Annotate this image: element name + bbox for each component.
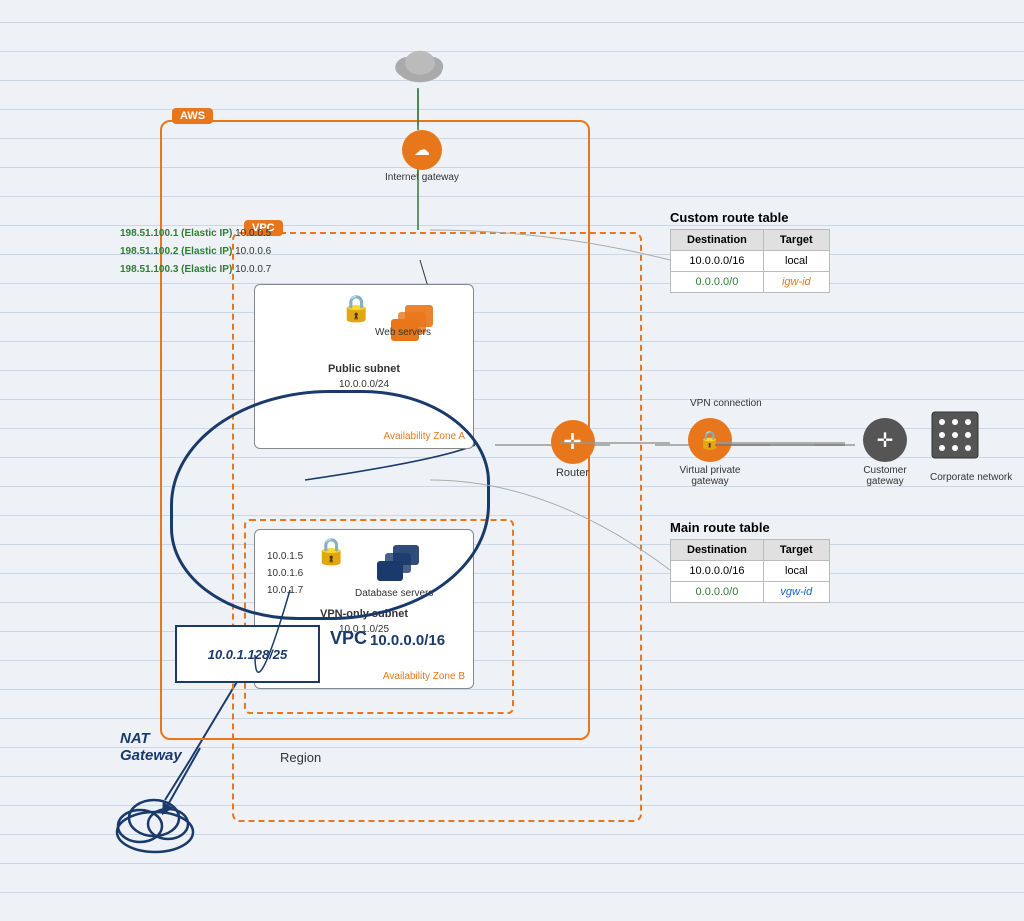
custom-route-col-target: Target — [763, 230, 829, 251]
internet-cloud — [380, 45, 460, 90]
corporate-device: Corporate network — [930, 410, 1012, 483]
blue-cloud-icon — [110, 790, 200, 855]
table-row: 10.0.0.0/16 local — [671, 561, 830, 582]
custom-route-row2-target: igw-id — [763, 272, 829, 293]
vpc-annotation-box: 10.0.1.128/25 — [175, 625, 320, 683]
router-icon-area: ✛ Router — [540, 420, 605, 479]
nat-line2: Gateway — [120, 747, 182, 764]
elastic-ip-1: 198.51.100.1 (Elastic IP) 10.0.0.5 — [120, 225, 271, 243]
customer-gateway-icon: ✛ — [863, 418, 907, 462]
vpc-big-label: VPC — [330, 628, 367, 649]
vpc-box: VPC 🔒 Web servers Public subnet 10.0.0.0… — [232, 232, 642, 822]
router-label: Router — [540, 467, 605, 479]
router-icon: ✛ — [551, 420, 595, 464]
db-ips: 10.0.1.5 10.0.1.6 10.0.1.7 — [267, 548, 303, 599]
corporate-network-label: Corporate network — [930, 472, 1012, 483]
custom-route-col-dest: Destination — [671, 230, 764, 251]
db-ip-2: 10.0.1.6 — [267, 565, 303, 582]
vpn-subnet-title: VPN-only subnet — [255, 608, 473, 620]
elastic-ip-3: 198.51.100.3 (Elastic IP) 10.0.0.7 — [120, 261, 271, 279]
main-route-col-dest: Destination — [671, 540, 764, 561]
db-servers-label: Database servers — [355, 588, 433, 599]
custom-route-row1-dest: 10.0.0.0/16 — [671, 251, 764, 272]
diagram-container: ☁ Internet gateway AWS VPC 🔒 Web ser — [100, 30, 1000, 900]
public-subnet-lock-icon: 🔒 — [340, 293, 372, 324]
public-subnet-title: Public subnet — [255, 363, 473, 375]
customer-gateway-label: Customer gateway — [845, 465, 925, 487]
main-route-table: Destination Target 10.0.0.0/16 local 0.0… — [670, 539, 830, 603]
table-row: 0.0.0.0/0 vgw-id — [671, 582, 830, 603]
vpc-cidr-big: 10.0.0.0/16 — [370, 632, 445, 649]
vpg-icon: 🔒 — [688, 418, 732, 462]
public-subnet-box: 🔒 Web servers Public subnet 10.0.0.0/24 … — [254, 284, 474, 449]
web-servers-label: Web servers — [375, 327, 431, 338]
blue-cloud-sketch — [110, 790, 200, 860]
internet-cloud-icon — [390, 45, 450, 85]
public-subnet-ip: 10.0.0.0/24 — [255, 379, 473, 390]
elastic-ip-2: 198.51.100.2 (Elastic IP) 10.0.0.6 — [120, 243, 271, 261]
vpg-area: 🔒 Virtual private gateway — [670, 418, 750, 487]
main-route-col-target: Target — [763, 540, 829, 561]
table-row: 0.0.0.0/0 igw-id — [671, 272, 830, 293]
custom-route-table-title: Custom route table — [670, 210, 788, 225]
main-route-row2-target: vgw-id — [763, 582, 829, 603]
custom-route-table: Destination Target 10.0.0.0/16 local 0.0… — [670, 229, 830, 293]
aws-label: AWS — [172, 108, 213, 124]
corporate-device-icon — [930, 410, 980, 465]
customer-gateway-area: ✛ Customer gateway — [845, 418, 925, 487]
main-route-table-container: Main route table Destination Target 10.0… — [670, 520, 770, 539]
table-row: 10.0.0.0/16 local — [671, 251, 830, 272]
main-route-row2-dest: 0.0.0.0/0 — [671, 582, 764, 603]
nat-annotation: NAT Gateway — [120, 730, 182, 764]
main-route-row1-dest: 10.0.0.0/16 — [671, 561, 764, 582]
custom-route-row2-dest: 0.0.0.0/0 — [671, 272, 764, 293]
custom-route-table-container: Custom route table Destination Target 10… — [670, 210, 788, 229]
main-route-table-title: Main route table — [670, 520, 770, 535]
db-ip-1: 10.0.1.5 — [267, 548, 303, 565]
vpn-subnet-lock-icon: 🔒 — [315, 536, 347, 567]
db-ip-3: 10.0.1.7 — [267, 582, 303, 599]
availability-zone-b: Availability Zone B — [383, 671, 473, 682]
custom-route-row1-target: local — [763, 251, 829, 272]
vpg-label: Virtual private gateway — [670, 465, 750, 487]
main-route-row1-target: local — [763, 561, 829, 582]
vpc-annotation-text: 10.0.1.128/25 — [208, 647, 288, 662]
nat-line1: NAT — [120, 730, 182, 747]
vpn-connection-label: VPN connection — [690, 398, 762, 409]
elastic-ips: 198.51.100.1 (Elastic IP) 10.0.0.5 198.5… — [120, 225, 271, 279]
availability-zone-a: Availability Zone A — [383, 431, 473, 442]
region-label: Region — [280, 750, 321, 765]
